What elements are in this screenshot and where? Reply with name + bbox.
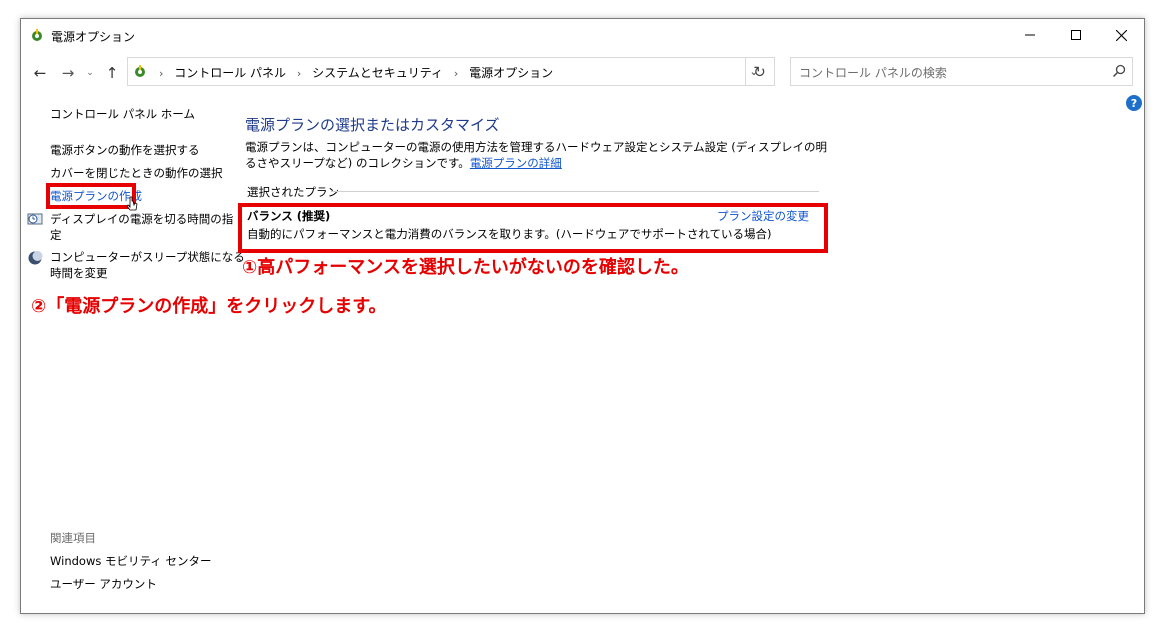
moon-icon bbox=[28, 251, 43, 265]
address-bar[interactable]: › コントロール パネル › システムとセキュリティ › 電源オプション bbox=[127, 57, 746, 86]
forward-button[interactable]: → bbox=[57, 62, 79, 84]
title-bar: 電源オプション bbox=[21, 19, 1144, 51]
page-title: 電源プランの選択またはカスタマイズ bbox=[245, 116, 500, 134]
arrow-left-icon: ← bbox=[33, 64, 47, 82]
breadcrumb-control-panel[interactable]: コントロール パネル bbox=[174, 66, 286, 80]
highlight-box-create-plan bbox=[46, 183, 136, 209]
display-clock-icon bbox=[27, 213, 43, 225]
maximize-button[interactable] bbox=[1053, 19, 1099, 51]
chevron-down-icon: ⌄ bbox=[86, 68, 94, 78]
display-timeout-line2: 定 bbox=[50, 228, 62, 242]
related-user-accounts-link[interactable]: ユーザー アカウント bbox=[50, 576, 157, 592]
sidebar-item-control-panel-home[interactable]: コントロール パネル ホーム bbox=[50, 106, 195, 122]
sleep-timeout-line1: コンピューターがスリープ状態になる bbox=[50, 250, 245, 264]
refresh-icon: ↻ bbox=[753, 62, 766, 81]
search-icon bbox=[1112, 64, 1126, 78]
close-button[interactable] bbox=[1098, 19, 1144, 51]
highlight-box-plan bbox=[238, 203, 828, 253]
sidebar-item-power-button-action[interactable]: 電源ボタンの動作を選択する bbox=[50, 142, 200, 158]
sleep-timeout-line2: 時間を変更 bbox=[50, 266, 108, 280]
arrow-right-icon: → bbox=[61, 64, 75, 82]
control-panel-icon bbox=[135, 65, 145, 77]
minimize-icon bbox=[1025, 34, 1035, 36]
related-heading: 関連項目 bbox=[50, 531, 96, 545]
display-timeout-line1: ディスプレイの電源を切る時間の指 bbox=[50, 212, 234, 226]
power-options-icon bbox=[32, 29, 42, 41]
up-button[interactable]: ↑ bbox=[101, 62, 123, 84]
breadcrumb-system-security[interactable]: システムとセキュリティ bbox=[312, 66, 443, 80]
selected-plan-header: 選択されたプラン bbox=[247, 185, 339, 199]
window-title: 電源オプション bbox=[51, 30, 136, 44]
related-mobility-center-link[interactable]: Windows モビリティ センター bbox=[50, 553, 211, 569]
breadcrumb-separator-icon: › bbox=[453, 67, 459, 80]
search-input[interactable]: コントロール パネルの検索 bbox=[790, 57, 1133, 86]
sidebar-item-sleep-timeout[interactable]: コンピューターがスリープ状態になる 時間を変更 bbox=[50, 249, 245, 281]
annotation-step2: ②「電源プランの作成」をクリックします。 bbox=[31, 296, 387, 317]
close-icon bbox=[1115, 29, 1127, 41]
refresh-button[interactable]: ↻ bbox=[745, 57, 775, 86]
minimize-button[interactable] bbox=[1007, 19, 1053, 51]
mouse-pointer-icon bbox=[126, 196, 138, 211]
maximize-icon bbox=[1071, 30, 1081, 40]
breadcrumb-separator-icon: › bbox=[159, 67, 164, 80]
sidebar-item-lid-close-action[interactable]: カバーを閉じたときの動作の選択 bbox=[50, 165, 223, 181]
power-plan-details-link[interactable]: 電源プランの詳細 bbox=[470, 156, 562, 170]
arrow-up-icon: ↑ bbox=[105, 64, 119, 82]
help-icon[interactable]: ? bbox=[1126, 95, 1142, 111]
breadcrumb-power-options[interactable]: 電源オプション bbox=[469, 66, 553, 80]
breadcrumb: › コントロール パネル › システムとセキュリティ › 電源オプション bbox=[152, 64, 553, 81]
page-description: 電源プランは、コンピューターの電源の使用方法を管理するハードウェア設定とシステム… bbox=[245, 139, 835, 171]
recent-locations-button[interactable]: ⌄ bbox=[83, 62, 97, 84]
sidebar-item-display-timeout[interactable]: ディスプレイの電源を切る時間の指 定 bbox=[50, 211, 233, 243]
section-divider bbox=[331, 191, 819, 192]
search-placeholder: コントロール パネルの検索 bbox=[799, 66, 947, 80]
breadcrumb-separator-icon: › bbox=[296, 67, 302, 80]
annotation-step1: ①高パフォーマンスを選択したいがないのを確認した。 bbox=[242, 257, 689, 278]
back-button[interactable]: ← bbox=[29, 62, 51, 84]
